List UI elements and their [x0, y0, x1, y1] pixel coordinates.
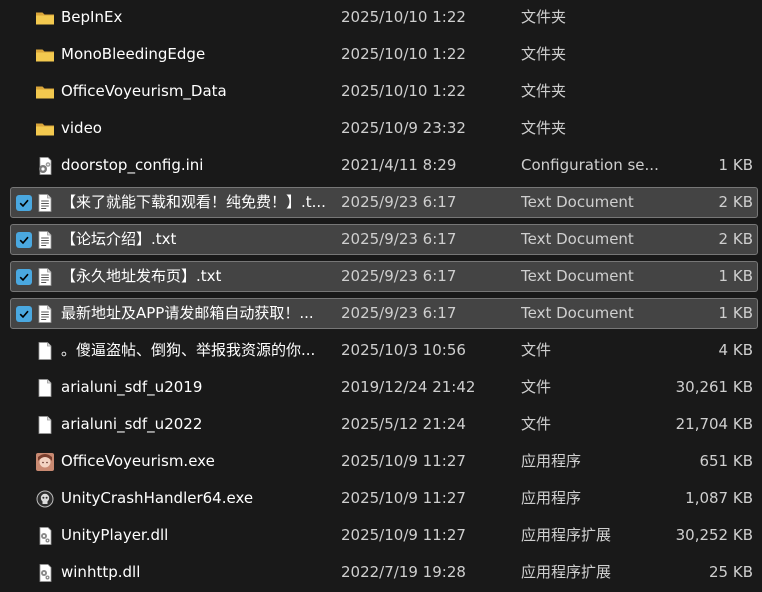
file-type: 文件夹 [521, 82, 567, 100]
file-date-modified: 2025/9/23 6:17 [341, 230, 457, 248]
file-row[interactable]: winhttp.dll 2022/7/19 19:28 应用程序扩展 25 KB [10, 557, 758, 588]
file-size: 2 KB [718, 230, 753, 248]
file-row[interactable]: OfficeVoyeurism.exe 2025/10/9 11:27 应用程序 65… [10, 446, 758, 477]
file-date-modified: 2025/10/9 23:32 [341, 119, 466, 137]
crash-handler-icon [35, 489, 55, 509]
file-name: 【永久地址发布页】.txt [61, 267, 222, 285]
file-row[interactable]: OfficeVoyeurism_Data 2025/10/10 1:22 文件夹 [10, 76, 758, 107]
file-date-modified: 2025/5/12 21:24 [341, 415, 466, 433]
file-type: 应用程序 [521, 452, 582, 470]
file-name: arialuni_sdf_u2022 [61, 415, 203, 433]
file-name: doorstop_config.ini [61, 156, 204, 174]
blank-file-icon [35, 415, 55, 435]
folder-icon [35, 45, 55, 65]
row-checkbox[interactable] [16, 195, 32, 211]
file-name: 最新地址及APP请发邮箱自动获取！... [61, 304, 314, 322]
file-date-modified: 2025/10/10 1:22 [341, 82, 466, 100]
file-size: 30,252 KB [675, 526, 753, 544]
file-date-modified: 2025/10/9 11:27 [341, 526, 466, 544]
file-type: Text Document [521, 193, 634, 211]
config-file-icon [35, 156, 55, 176]
file-type: 文件夹 [521, 8, 567, 26]
file-type: 文件 [521, 341, 552, 359]
file-row[interactable]: video 2025/10/9 23:32 文件夹 [10, 113, 758, 144]
text-document-icon [35, 267, 55, 287]
blank-file-icon [35, 378, 55, 398]
file-row[interactable]: doorstop_config.ini 2021/4/11 8:29 Configu… [10, 150, 758, 181]
file-name: OfficeVoyeurism_Data [61, 82, 227, 100]
file-type: 文件夹 [521, 45, 567, 63]
file-size: 1 KB [718, 304, 753, 322]
file-name: video [61, 119, 102, 137]
file-type: Text Document [521, 267, 634, 285]
file-name: 【来了就能下载和观看！纯免费！】.t... [61, 193, 326, 211]
file-date-modified: 2025/10/10 1:22 [341, 8, 466, 26]
file-name: BepInEx [61, 8, 123, 26]
file-type: 文件 [521, 415, 552, 433]
file-size: 651 KB [699, 452, 753, 470]
file-name: UnityCrashHandler64.exe [61, 489, 254, 507]
folder-icon [35, 8, 55, 28]
file-date-modified: 2025/9/23 6:17 [341, 304, 457, 322]
file-type: 文件夹 [521, 119, 567, 137]
file-name: OfficeVoyeurism.exe [61, 452, 215, 470]
folder-icon [35, 119, 55, 139]
file-type: Configuration se... [521, 156, 659, 174]
file-type: 应用程序扩展 [521, 563, 612, 581]
file-date-modified: 2025/9/23 6:17 [341, 193, 457, 211]
folder-icon [35, 82, 55, 102]
file-row[interactable]: MonoBleedingEdge 2025/10/10 1:22 文件夹 [10, 39, 758, 70]
file-date-modified: 2025/10/9 11:27 [341, 489, 466, 507]
file-row[interactable]: 最新地址及APP请发邮箱自动获取！... 2025/9/23 6:17 Text D… [10, 298, 758, 329]
file-date-modified: 2025/10/10 1:22 [341, 45, 466, 63]
dll-file-icon [35, 563, 55, 583]
file-row[interactable]: BepInEx 2025/10/10 1:22 文件夹 [10, 2, 758, 33]
file-type: 应用程序 [521, 489, 582, 507]
file-row[interactable]: 【论坛介绍】.txt 2025/9/23 6:17 Text Document 2 K… [10, 224, 758, 255]
dll-file-icon [35, 526, 55, 546]
file-list: BepInEx 2025/10/10 1:22 文件夹 MonoBleedingEdg… [0, 0, 762, 592]
file-size: 21,704 KB [675, 415, 753, 433]
file-row[interactable]: 【永久地址发布页】.txt 2025/9/23 6:17 Text Document… [10, 261, 758, 292]
app-avatar-icon [35, 452, 55, 472]
file-row[interactable]: UnityCrashHandler64.exe 2025/10/9 11:27 应用… [10, 483, 758, 514]
file-row[interactable]: arialuni_sdf_u2019 2019/12/24 21:42 文件 30,2… [10, 372, 758, 403]
file-type: 文件 [521, 378, 552, 396]
row-checkbox[interactable] [16, 269, 32, 285]
file-row[interactable]: 。傻逼盗帖、倒狗、举报我资源的你... 2025/10/3 10:56 文件 4 KB [10, 335, 758, 366]
file-size: 1 KB [718, 267, 753, 285]
text-document-icon [35, 193, 55, 213]
file-type: 应用程序扩展 [521, 526, 612, 544]
text-document-icon [35, 230, 55, 250]
blank-file-icon [35, 341, 55, 361]
text-document-icon [35, 304, 55, 324]
file-name: arialuni_sdf_u2019 [61, 378, 203, 396]
file-size: 4 KB [718, 341, 753, 359]
file-date-modified: 2019/12/24 21:42 [341, 378, 476, 396]
file-date-modified: 2022/7/19 19:28 [341, 563, 466, 581]
file-row[interactable]: 【来了就能下载和观看！纯免费！】.t... 2025/9/23 6:17 Text … [10, 187, 758, 218]
file-name: MonoBleedingEdge [61, 45, 206, 63]
file-name: 【论坛介绍】.txt [61, 230, 177, 248]
file-date-modified: 2021/4/11 8:29 [341, 156, 457, 174]
file-type: Text Document [521, 304, 634, 322]
file-size: 1,087 KB [685, 489, 753, 507]
file-size: 25 KB [709, 563, 753, 581]
file-size: 2 KB [718, 193, 753, 211]
row-checkbox[interactable] [16, 232, 32, 248]
file-size: 1 KB [718, 156, 753, 174]
file-date-modified: 2025/9/23 6:17 [341, 267, 457, 285]
file-date-modified: 2025/10/3 10:56 [341, 341, 466, 359]
file-name: UnityPlayer.dll [61, 526, 169, 544]
file-name: winhttp.dll [61, 563, 141, 581]
file-size: 30,261 KB [675, 378, 753, 396]
file-row[interactable]: UnityPlayer.dll 2025/10/9 11:27 应用程序扩展 30,2… [10, 520, 758, 551]
row-checkbox[interactable] [16, 306, 32, 322]
file-type: Text Document [521, 230, 634, 248]
file-name: 。傻逼盗帖、倒狗、举报我资源的你... [61, 341, 316, 359]
file-row[interactable]: arialuni_sdf_u2022 2025/5/12 21:24 文件 21,70… [10, 409, 758, 440]
file-date-modified: 2025/10/9 11:27 [341, 452, 466, 470]
